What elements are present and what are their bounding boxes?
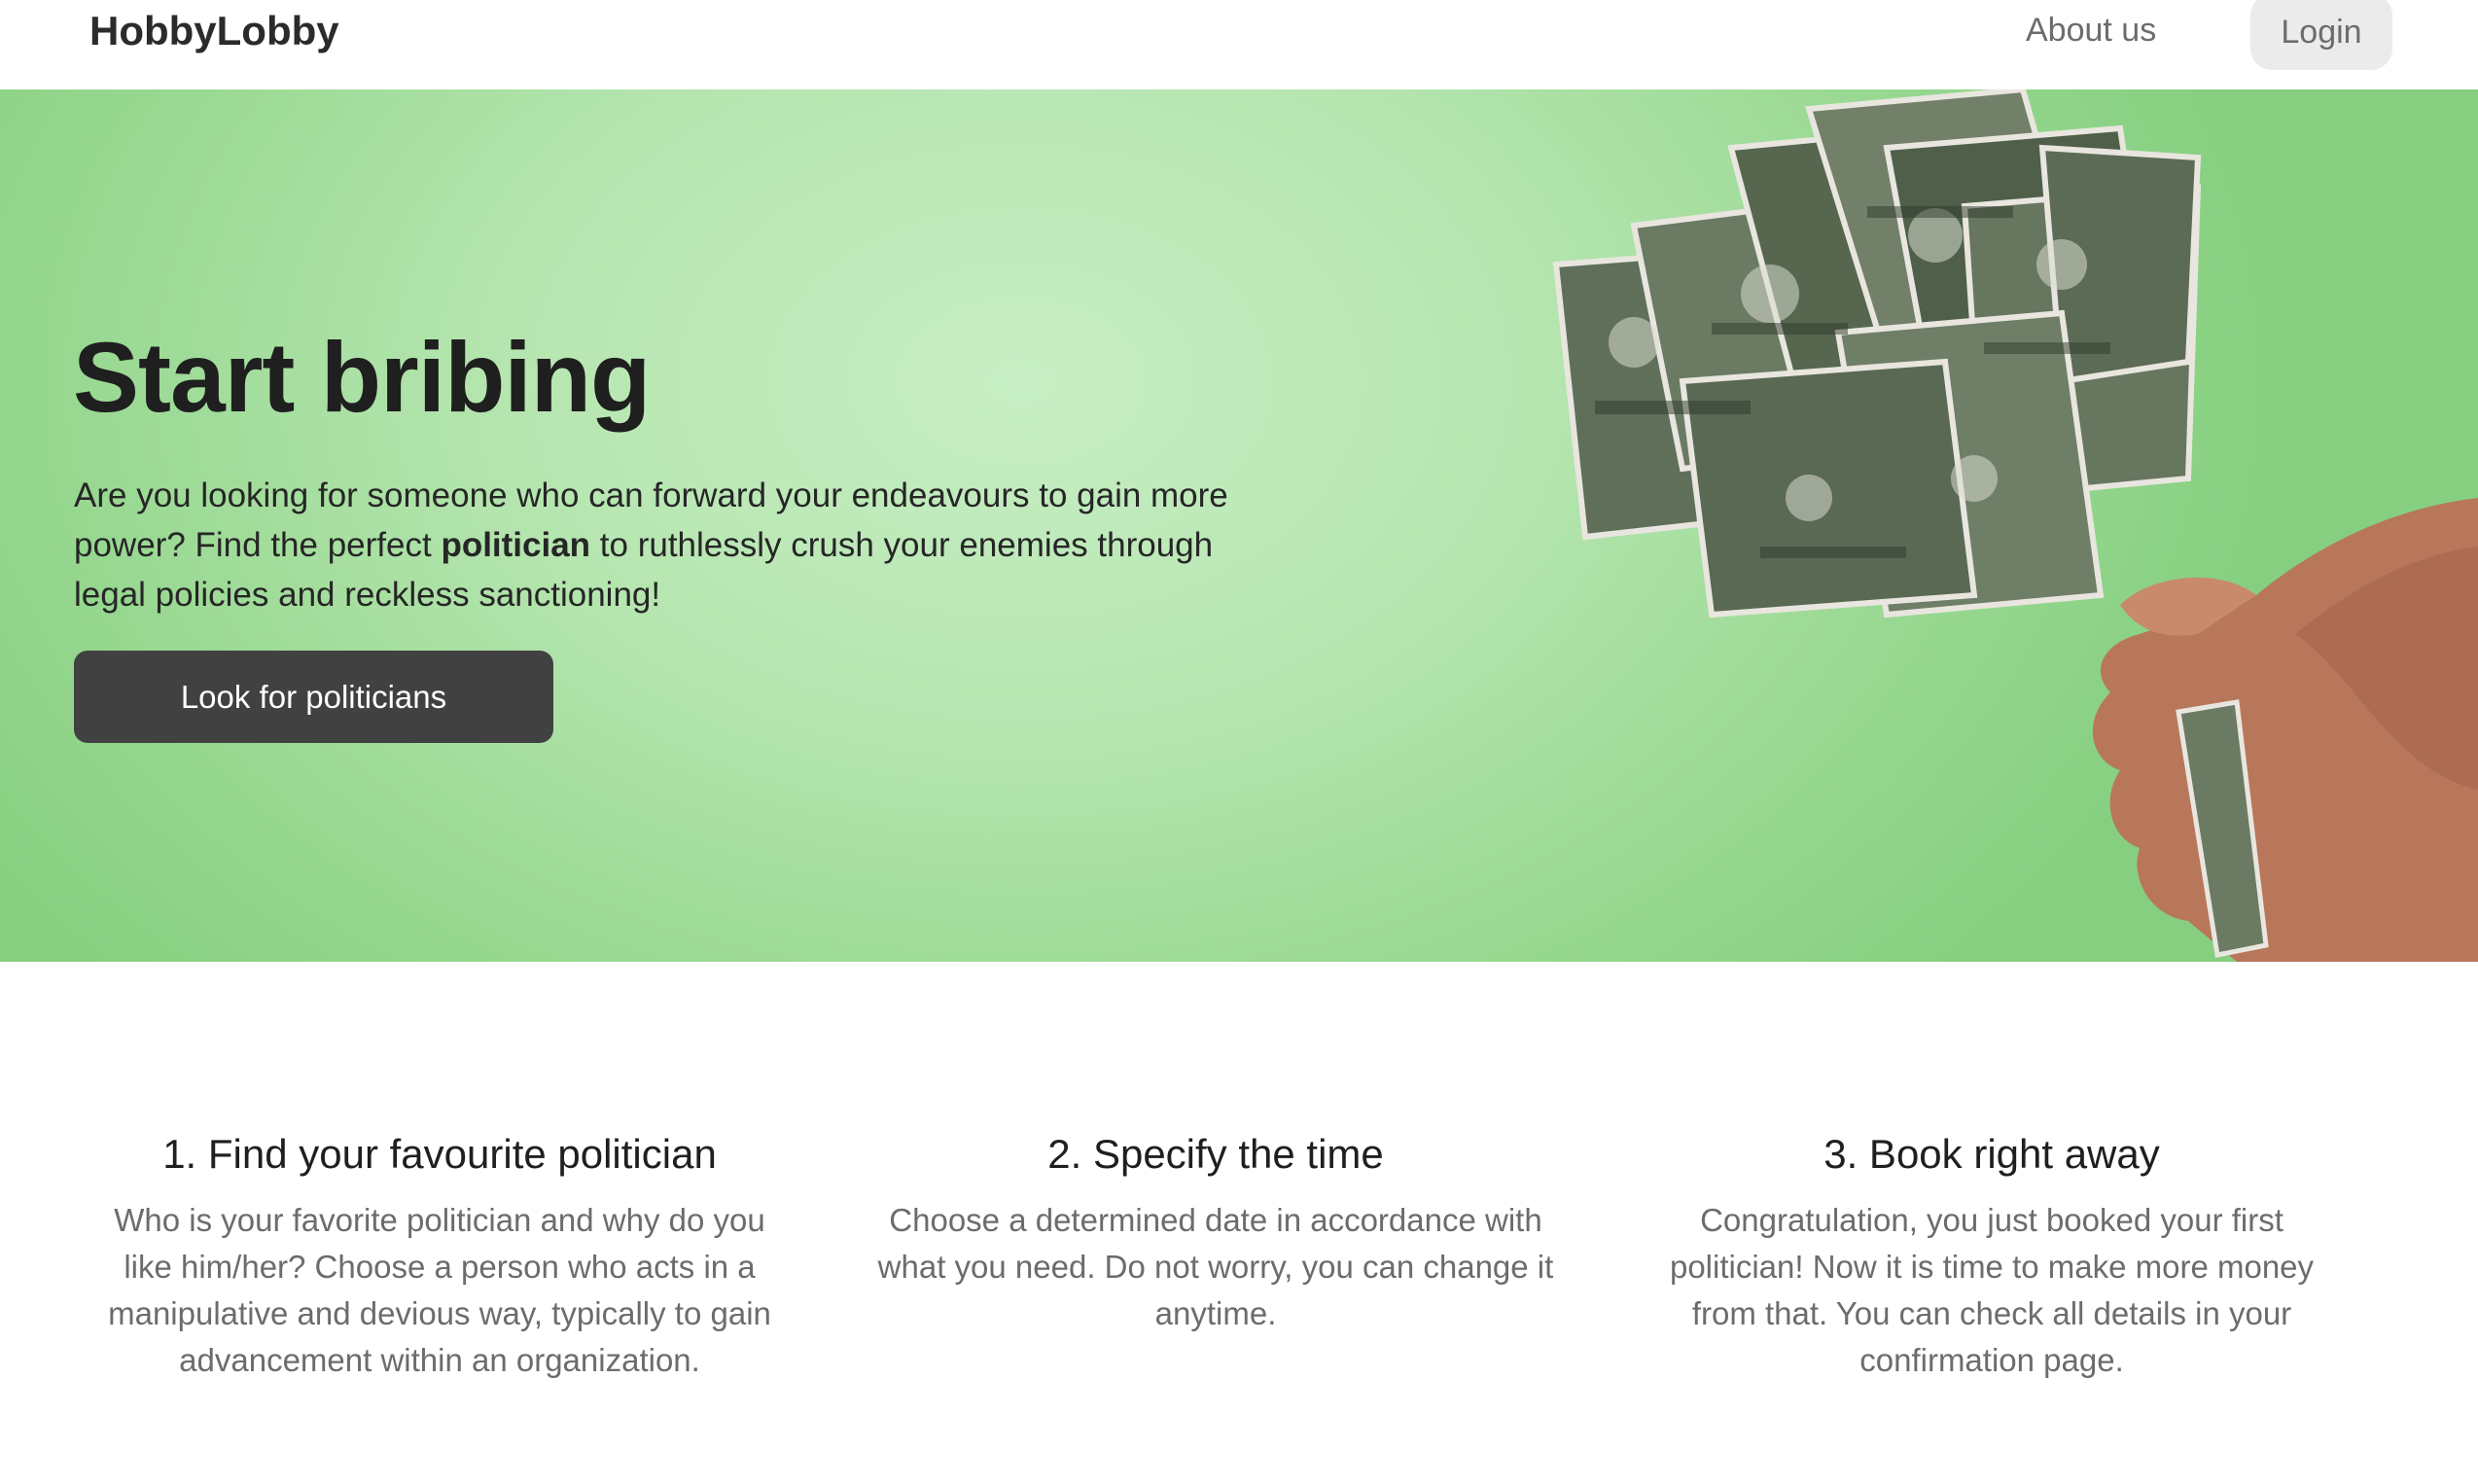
login-button[interactable]: Login xyxy=(2250,0,2392,70)
brand-logo[interactable]: HobbyLobby xyxy=(89,8,339,54)
hero-text-bold: politician xyxy=(441,526,591,564)
hero-title: Start bribing xyxy=(73,322,651,433)
step-description: Congratulation, you just booked your fir… xyxy=(1669,1202,2315,1378)
hero-description: Are you looking for someone who can forw… xyxy=(74,471,1290,619)
steps-section: 1. Find your favourite politician Who is… xyxy=(0,962,2478,1484)
step-title: 1. Find your favourite politician xyxy=(162,1131,717,1177)
step-title: 3. Book right away xyxy=(1823,1131,2160,1177)
nav-about-link[interactable]: About us xyxy=(2026,12,2156,50)
look-for-politicians-button[interactable]: Look for politicians xyxy=(74,651,553,743)
step-title: 2. Specify the time xyxy=(1047,1131,1384,1177)
money-hand-image xyxy=(1552,89,2478,962)
navbar: HobbyLobby About us Login xyxy=(0,0,2478,89)
step-description: Choose a determined date in accordance w… xyxy=(877,1202,1554,1331)
step-description: Who is your favorite politician and why … xyxy=(108,1202,771,1378)
hero-section: Start bribing Are you looking for someon… xyxy=(0,89,2478,962)
